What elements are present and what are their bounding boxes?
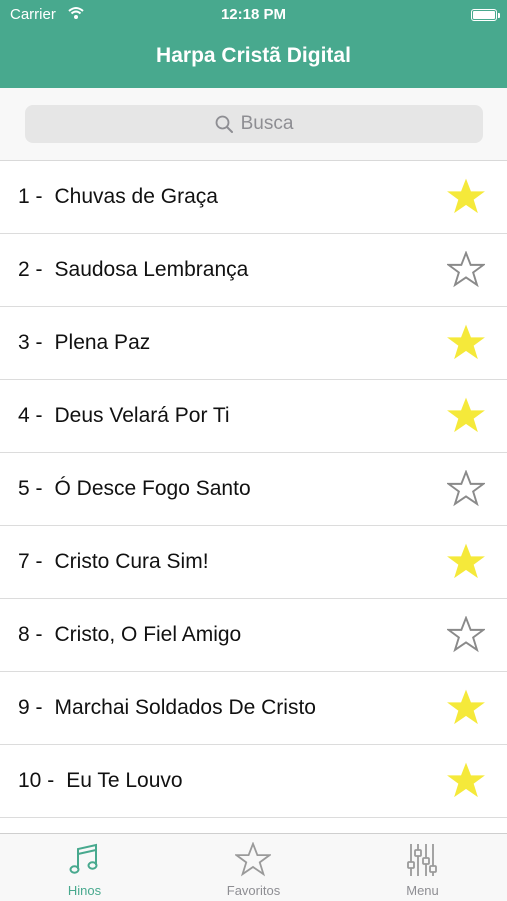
tab-hinos[interactable]: Hinos — [0, 834, 169, 901]
hymn-title: Cristo, O Fiel Amigo — [54, 623, 242, 646]
status-bar: Carrier 12:18 PM — [0, 0, 507, 30]
list-item[interactable]: 4 - Deus Velará Por Ti — [0, 380, 507, 453]
hymn-number: 9 - — [18, 696, 43, 719]
hymn-title: Deus Velará Por Ti — [54, 404, 230, 427]
search-bar: Busca — [0, 88, 507, 161]
page-title: Harpa Cristã Digital — [156, 44, 351, 67]
favorite-star-icon[interactable] — [447, 251, 485, 289]
hymn-number: 3 - — [18, 331, 43, 354]
favorite-star-icon[interactable] — [447, 324, 485, 362]
hymn-list: 1 - Chuvas de Graça 2 - Saudosa Lembrança … — [0, 161, 507, 818]
list-item[interactable]: 3 - Plena Paz — [0, 307, 507, 380]
navigation-bar: Carrier 12:18 PM Harpa Cristã Digital — [0, 0, 507, 88]
tab-label: Hinos — [67, 883, 102, 898]
list-item[interactable]: 10 - Eu Te Louvo — [0, 745, 507, 818]
favorite-star-icon[interactable] — [447, 178, 485, 216]
list-item[interactable]: 8 - Cristo, O Fiel Amigo — [0, 599, 507, 672]
star-icon — [235, 842, 271, 877]
tab-favoritos[interactable]: Favoritos — [169, 834, 338, 901]
hymn-title: Saudosa Lembrança — [54, 258, 249, 281]
tab-label: Menu — [406, 883, 439, 898]
hymn-title: Marchai Soldados De Cristo — [54, 696, 316, 719]
search-placeholder: Busca — [240, 113, 294, 134]
list-item[interactable]: 7 - Cristo Cura Sim! — [0, 526, 507, 599]
tab-menu[interactable]: Menu — [338, 834, 507, 901]
list-item[interactable]: 1 - Chuvas de Graça — [0, 161, 507, 234]
hymn-number: 7 - — [18, 550, 43, 573]
tab-bar: Hinos Favoritos Menu — [0, 833, 507, 901]
hymn-number: 10 - — [18, 769, 55, 792]
search-input[interactable]: Busca — [25, 105, 483, 143]
favorite-star-icon[interactable] — [447, 470, 485, 508]
hymn-title: Cristo Cura Sim! — [54, 550, 209, 573]
favorite-star-icon[interactable] — [447, 762, 485, 800]
clock: 12:18 PM — [220, 6, 287, 23]
hymn-title: Plena Paz — [54, 331, 151, 354]
favorite-star-icon[interactable] — [447, 543, 485, 581]
search-icon — [215, 115, 233, 133]
music-note-icon — [69, 843, 98, 874]
favorite-star-icon[interactable] — [447, 689, 485, 727]
hymn-number: 2 - — [18, 258, 43, 281]
list-item[interactable]: 2 - Saudosa Lembrança — [0, 234, 507, 307]
battery-icon — [471, 9, 500, 21]
hymn-number: 5 - — [18, 477, 43, 500]
favorite-star-icon[interactable] — [447, 397, 485, 435]
hymn-number: 8 - — [18, 623, 43, 646]
hymn-number: 1 - — [18, 185, 43, 208]
favorite-star-icon[interactable] — [447, 616, 485, 654]
hymn-title: Ó Desce Fogo Santo — [54, 477, 251, 500]
sliders-icon — [407, 844, 437, 876]
hymn-title: Eu Te Louvo — [66, 769, 183, 792]
list-item[interactable]: 9 - Marchai Soldados De Cristo — [0, 672, 507, 745]
list-item[interactable]: 5 - Ó Desce Fogo Santo — [0, 453, 507, 526]
tab-label: Favoritos — [226, 883, 281, 898]
hymn-title: Chuvas de Graça — [54, 185, 218, 208]
hymn-number: 4 - — [18, 404, 43, 427]
